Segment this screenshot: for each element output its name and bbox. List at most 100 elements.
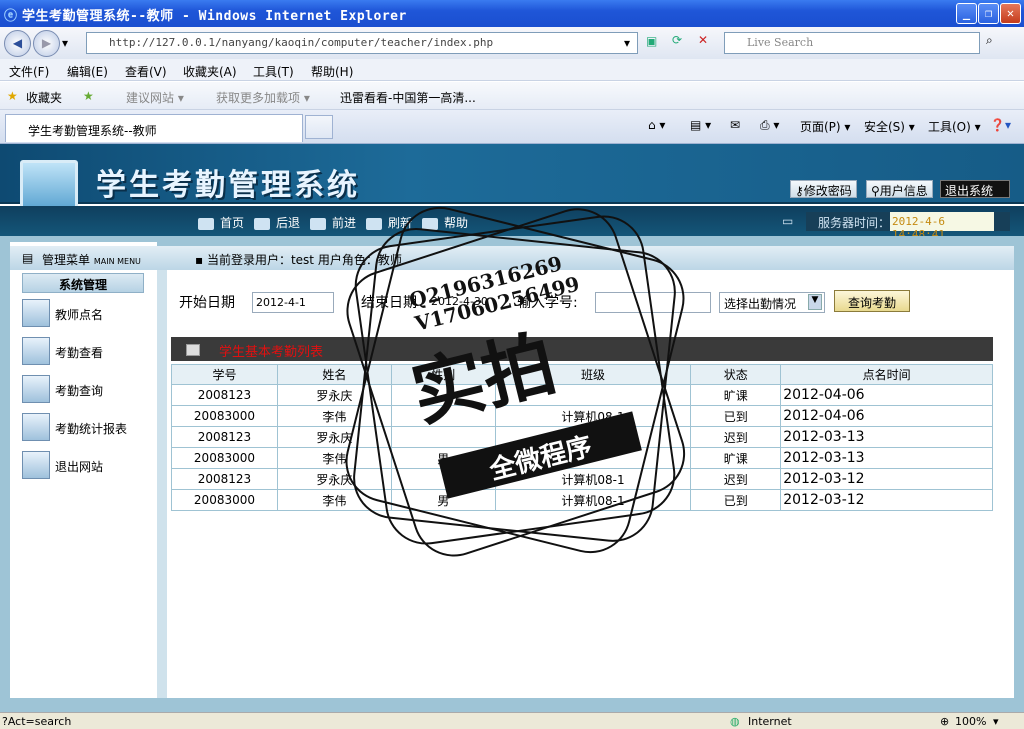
table-cell: 李伟: [276, 447, 392, 469]
gear-icon: [22, 375, 50, 403]
forward-arrow-icon: [310, 217, 326, 230]
favorites-bar: ★ 收藏夹 ★ 建议网站 ▾ 获取更多加载项 ▾ 迅雷看看-中国第一高清...: [0, 82, 1024, 110]
sidebar-header: 管理菜单 MAIN MENU: [10, 246, 180, 270]
monitor-logo-icon: [20, 160, 78, 210]
tab-current[interactable]: 学生考勤管理系统--教师: [5, 114, 303, 142]
minimize-button[interactable]: _: [956, 3, 977, 24]
home-icon[interactable]: ⌂ ▾: [648, 118, 665, 132]
close-button[interactable]: ✕: [1000, 3, 1021, 24]
list-title: 学生基本考勤列表: [171, 337, 993, 361]
forward-button[interactable]: ▶: [33, 30, 60, 57]
zoom-level[interactable]: 100%: [955, 715, 986, 728]
refresh-icon[interactable]: ⟳: [672, 33, 682, 47]
table-cell: 已到: [690, 489, 782, 511]
table-cell: 2012-04-06: [780, 384, 993, 406]
window-title: 学生考勤管理系统--教师 - Windows Internet Explorer: [22, 9, 407, 24]
menu-view[interactable]: 查看(V): [125, 63, 167, 80]
favorites-button[interactable]: 收藏夹: [26, 89, 62, 106]
bullet-icon: ▪: [195, 253, 207, 267]
sidebar-item-rollcall[interactable]: 教师点名: [22, 299, 152, 329]
change-password-button[interactable]: ⚷修改密码: [790, 180, 857, 198]
add-favorite-icon[interactable]: ★: [83, 89, 94, 103]
rollcall-icon: [22, 299, 50, 327]
back-button[interactable]: ◀: [4, 30, 31, 57]
fav-link-addons[interactable]: 获取更多加载项 ▾: [216, 89, 310, 106]
sidebar-header-en: MAIN MENU: [93, 257, 141, 266]
start-date-input[interactable]: 2012-4-1: [252, 292, 334, 313]
ie-icon: ⓔ: [4, 9, 18, 24]
nav-refresh[interactable]: 刷新: [366, 214, 412, 231]
table-cell: 2012-03-12: [780, 489, 993, 511]
globe-icon: ◍: [730, 715, 740, 728]
address-input[interactable]: http://127.0.0.1/nanyang/kaoqin/computer…: [86, 32, 638, 54]
compat-view-icon[interactable]: ▣: [646, 34, 657, 48]
table-row: 2008123 罗永庆 旷课 2012-04-06: [171, 384, 993, 406]
user-info-button[interactable]: ⚲用户信息: [866, 180, 933, 198]
attendance-select[interactable]: 选择出勤情况 ▼: [719, 292, 825, 313]
restore-button[interactable]: ❐: [978, 3, 999, 24]
safety-menu[interactable]: 安全(S) ▾: [864, 118, 915, 135]
refresh-icon: [366, 217, 382, 230]
nav-help-label: 帮助: [444, 216, 469, 230]
address-dropdown-icon[interactable]: ▾: [624, 36, 630, 50]
zoom-dropdown-icon[interactable]: ▾: [993, 715, 999, 728]
col-status: 状态: [690, 364, 782, 385]
student-no-input[interactable]: [595, 292, 711, 313]
col-time: 点名时间: [780, 364, 993, 385]
nav-back[interactable]: 后退: [254, 214, 300, 231]
table-cell: 计算机08-1: [494, 489, 692, 511]
table-cell: 2008123: [171, 384, 278, 406]
stop-icon[interactable]: ✕: [698, 33, 708, 47]
page-menu[interactable]: 页面(P) ▾: [800, 118, 850, 135]
print-icon[interactable]: ⎙ ▾: [760, 118, 779, 133]
app-title: 学生考勤管理系统: [96, 168, 360, 203]
nav-home[interactable]: 首页: [198, 214, 244, 231]
logout-button[interactable]: 退出系统: [940, 180, 1010, 198]
sidebar-item-view[interactable]: 考勤查看: [22, 337, 152, 367]
table-cell: 20083000: [171, 489, 278, 511]
table-cell: 旷课: [690, 447, 782, 469]
menu-help[interactable]: 帮助(H): [311, 63, 353, 80]
menu-favorites[interactable]: 收藏夹(A): [183, 63, 237, 80]
table-cell: 旷课: [690, 384, 782, 406]
sidebar-section-title: 系统管理: [22, 273, 144, 293]
zoom-icon[interactable]: ⊕: [940, 715, 949, 728]
menu-file[interactable]: 文件(F): [9, 63, 49, 80]
sidebar-item-label: 退出网站: [55, 460, 104, 474]
mail-icon[interactable]: ✉: [730, 118, 740, 132]
table-header: 学号 姓名 性别 班级 状态 点名时间: [171, 364, 993, 385]
sidebar-item-query[interactable]: 考勤查询: [22, 375, 152, 405]
search-input[interactable]: Live Search: [724, 32, 980, 54]
back-arrow-icon: [254, 217, 270, 230]
table-cell: 20083000: [171, 405, 278, 427]
help-icon[interactable]: ❓▾: [990, 118, 1011, 132]
menu-tools[interactable]: 工具(T): [253, 63, 294, 80]
nav-forward[interactable]: 前进: [310, 214, 356, 231]
history-dropdown-icon[interactable]: ▾: [62, 36, 68, 50]
change-password-label: 修改密码: [803, 184, 852, 198]
fav-link-xunlei[interactable]: 迅雷看看-中国第一高清...: [340, 89, 476, 106]
table-row: 2008123 罗永庆 计算机08-1 迟到 2012-03-12: [171, 468, 993, 490]
table-cell: 罗永庆: [276, 468, 392, 490]
table-cell: 2012-03-12: [780, 468, 993, 490]
fav-link-suggested[interactable]: 建议网站 ▾: [126, 89, 184, 106]
tools-menu[interactable]: 工具(O) ▾: [928, 118, 981, 135]
nav-back-label: 后退: [276, 216, 301, 230]
address-toolbar: ◀ ▶ ▾ http://127.0.0.1/nanyang/kaoqin/co…: [0, 27, 1024, 59]
sidebar-item-label: 考勤查看: [55, 346, 104, 360]
table-cell: 罗永庆: [276, 384, 392, 406]
new-tab-button[interactable]: [305, 115, 333, 139]
search-icon[interactable]: ⌕: [986, 33, 993, 48]
menu-edit[interactable]: 编辑(E): [67, 63, 108, 80]
sidebar-item-exit[interactable]: 退出网站: [22, 451, 152, 481]
sidebar-item-report[interactable]: 考勤统计报表: [22, 413, 152, 443]
table-cell: 2012-03-13: [780, 426, 993, 448]
server-time-value: 2012-4-6 14:48:41: [890, 212, 994, 241]
query-button[interactable]: 查询考勤: [834, 290, 910, 312]
sidebar-splitter[interactable]: [157, 270, 167, 698]
menu-list-icon: ▤: [22, 251, 34, 265]
feeds-icon[interactable]: ▤ ▾: [690, 118, 711, 132]
home-icon: [198, 217, 214, 230]
tab-bar: 学生考勤管理系统--教师 ⌂ ▾ ▤ ▾ ✉ ⎙ ▾ 页面(P) ▾ 安全(S)…: [0, 110, 1024, 144]
nav-help[interactable]: 帮助: [422, 214, 468, 231]
